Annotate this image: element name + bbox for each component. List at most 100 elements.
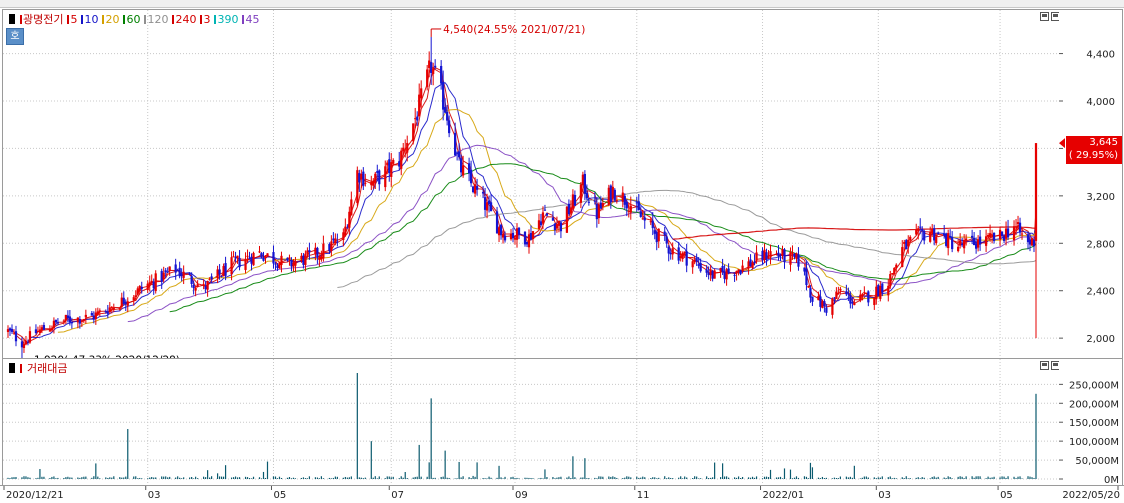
candle-body (595, 204, 598, 220)
candle-body (322, 243, 325, 259)
candle-body (747, 261, 750, 269)
candle-body (545, 213, 549, 216)
candle-body (90, 313, 93, 316)
volume-bar (514, 478, 516, 479)
candle-body (372, 181, 375, 186)
candle-body (1028, 239, 1032, 245)
legend-box-icon (9, 14, 15, 24)
volume-bar (726, 476, 728, 479)
volume-bar (694, 476, 696, 479)
volume-bar (558, 477, 560, 479)
volume-bar (847, 477, 849, 479)
volume-bar (887, 477, 889, 479)
volume-bar (791, 478, 794, 479)
y-tick-label: 3,200 (1086, 192, 1115, 203)
candle-body (929, 232, 932, 242)
volume-bar (849, 476, 851, 479)
volume-bar (923, 477, 925, 479)
candle-body (378, 170, 381, 185)
candle-body (434, 65, 437, 68)
volume-bar (684, 476, 686, 479)
candle-body (569, 208, 573, 214)
candle-body (454, 132, 457, 156)
candle-body (244, 259, 247, 270)
volume-bar (238, 477, 241, 479)
volume-bar (448, 477, 450, 479)
candle-body (992, 232, 996, 242)
volume-bar (1033, 477, 1035, 479)
volume-bar (468, 477, 470, 479)
x-tick-label: 03 (878, 490, 891, 501)
candle-body (152, 281, 155, 289)
candle-body (180, 274, 183, 277)
candle-body (677, 247, 680, 261)
volume-bar (724, 476, 726, 479)
legend-mark-icon (102, 14, 105, 24)
volume-bar (915, 477, 917, 479)
volume-bar (504, 476, 506, 479)
volume-bar (765, 476, 768, 479)
candle-body (901, 247, 904, 267)
candle-body (791, 252, 794, 254)
volume-bar (406, 478, 408, 479)
candle-body (877, 285, 880, 297)
volume-pane[interactable]: 거래대금 (2, 358, 1060, 486)
candle-body (388, 159, 391, 174)
chart-window: 4,540(24.55% 2021/07/21)1,920(-47.33% 20… (0, 0, 1124, 503)
candle-body (358, 173, 361, 183)
candle-body (511, 232, 515, 239)
volume-bar (700, 478, 702, 479)
candle-body (68, 316, 71, 323)
volume-bar (755, 476, 758, 479)
ho-badge[interactable]: 호 (6, 28, 24, 45)
volume-bar (69, 477, 71, 479)
volume-pane-minimize-button[interactable] (1040, 361, 1049, 370)
volume-bar (628, 476, 630, 479)
legend-label: 240 (175, 12, 197, 26)
candle-body (286, 257, 289, 260)
volume-bar (889, 476, 891, 479)
candle-body (559, 222, 563, 232)
volume-bar (560, 476, 562, 479)
volume-bar (41, 476, 43, 479)
candle-body (974, 243, 978, 249)
candle-body (711, 270, 714, 279)
volume-bar (496, 477, 498, 479)
candle-body (553, 223, 557, 231)
candle-body (945, 233, 948, 246)
volume-bar (169, 476, 171, 479)
price-pane-minimize-button[interactable] (1040, 12, 1049, 21)
candle-body (302, 255, 305, 265)
candle-body (224, 263, 227, 276)
x-tick-label: 03 (148, 490, 161, 501)
candle-body (304, 253, 307, 265)
volume-bar (328, 477, 330, 479)
y-tick-label: 2,800 (1086, 239, 1115, 250)
candle-body (915, 230, 918, 235)
volume-bar (346, 477, 348, 479)
candle-body (236, 255, 239, 259)
top-strip (0, 0, 1124, 8)
candle-body (873, 297, 876, 306)
candle-body (80, 320, 83, 322)
candle-body (194, 287, 197, 291)
volume-bar (722, 463, 724, 479)
x-tick-label: 07 (391, 490, 404, 501)
volume-bar (222, 476, 225, 479)
price-pane[interactable]: 4,540(24.55% 2021/07/21)1,920(-47.33% 20… (2, 9, 1060, 359)
candle-body (593, 200, 596, 202)
candle-body (1004, 228, 1008, 239)
candle-body (699, 263, 702, 272)
candle-body (755, 252, 758, 261)
volume-bar (274, 476, 277, 479)
volume-bar (714, 462, 716, 479)
volume-bar (546, 477, 548, 479)
y-tick-label: 200,000M (1069, 399, 1119, 410)
volume-bar (165, 476, 167, 479)
volume-bar (105, 477, 107, 479)
volume-bar (374, 476, 376, 479)
volume-bar (99, 478, 101, 479)
volume-bar (817, 477, 820, 479)
candle-body (110, 306, 113, 308)
candle-body (978, 236, 982, 245)
